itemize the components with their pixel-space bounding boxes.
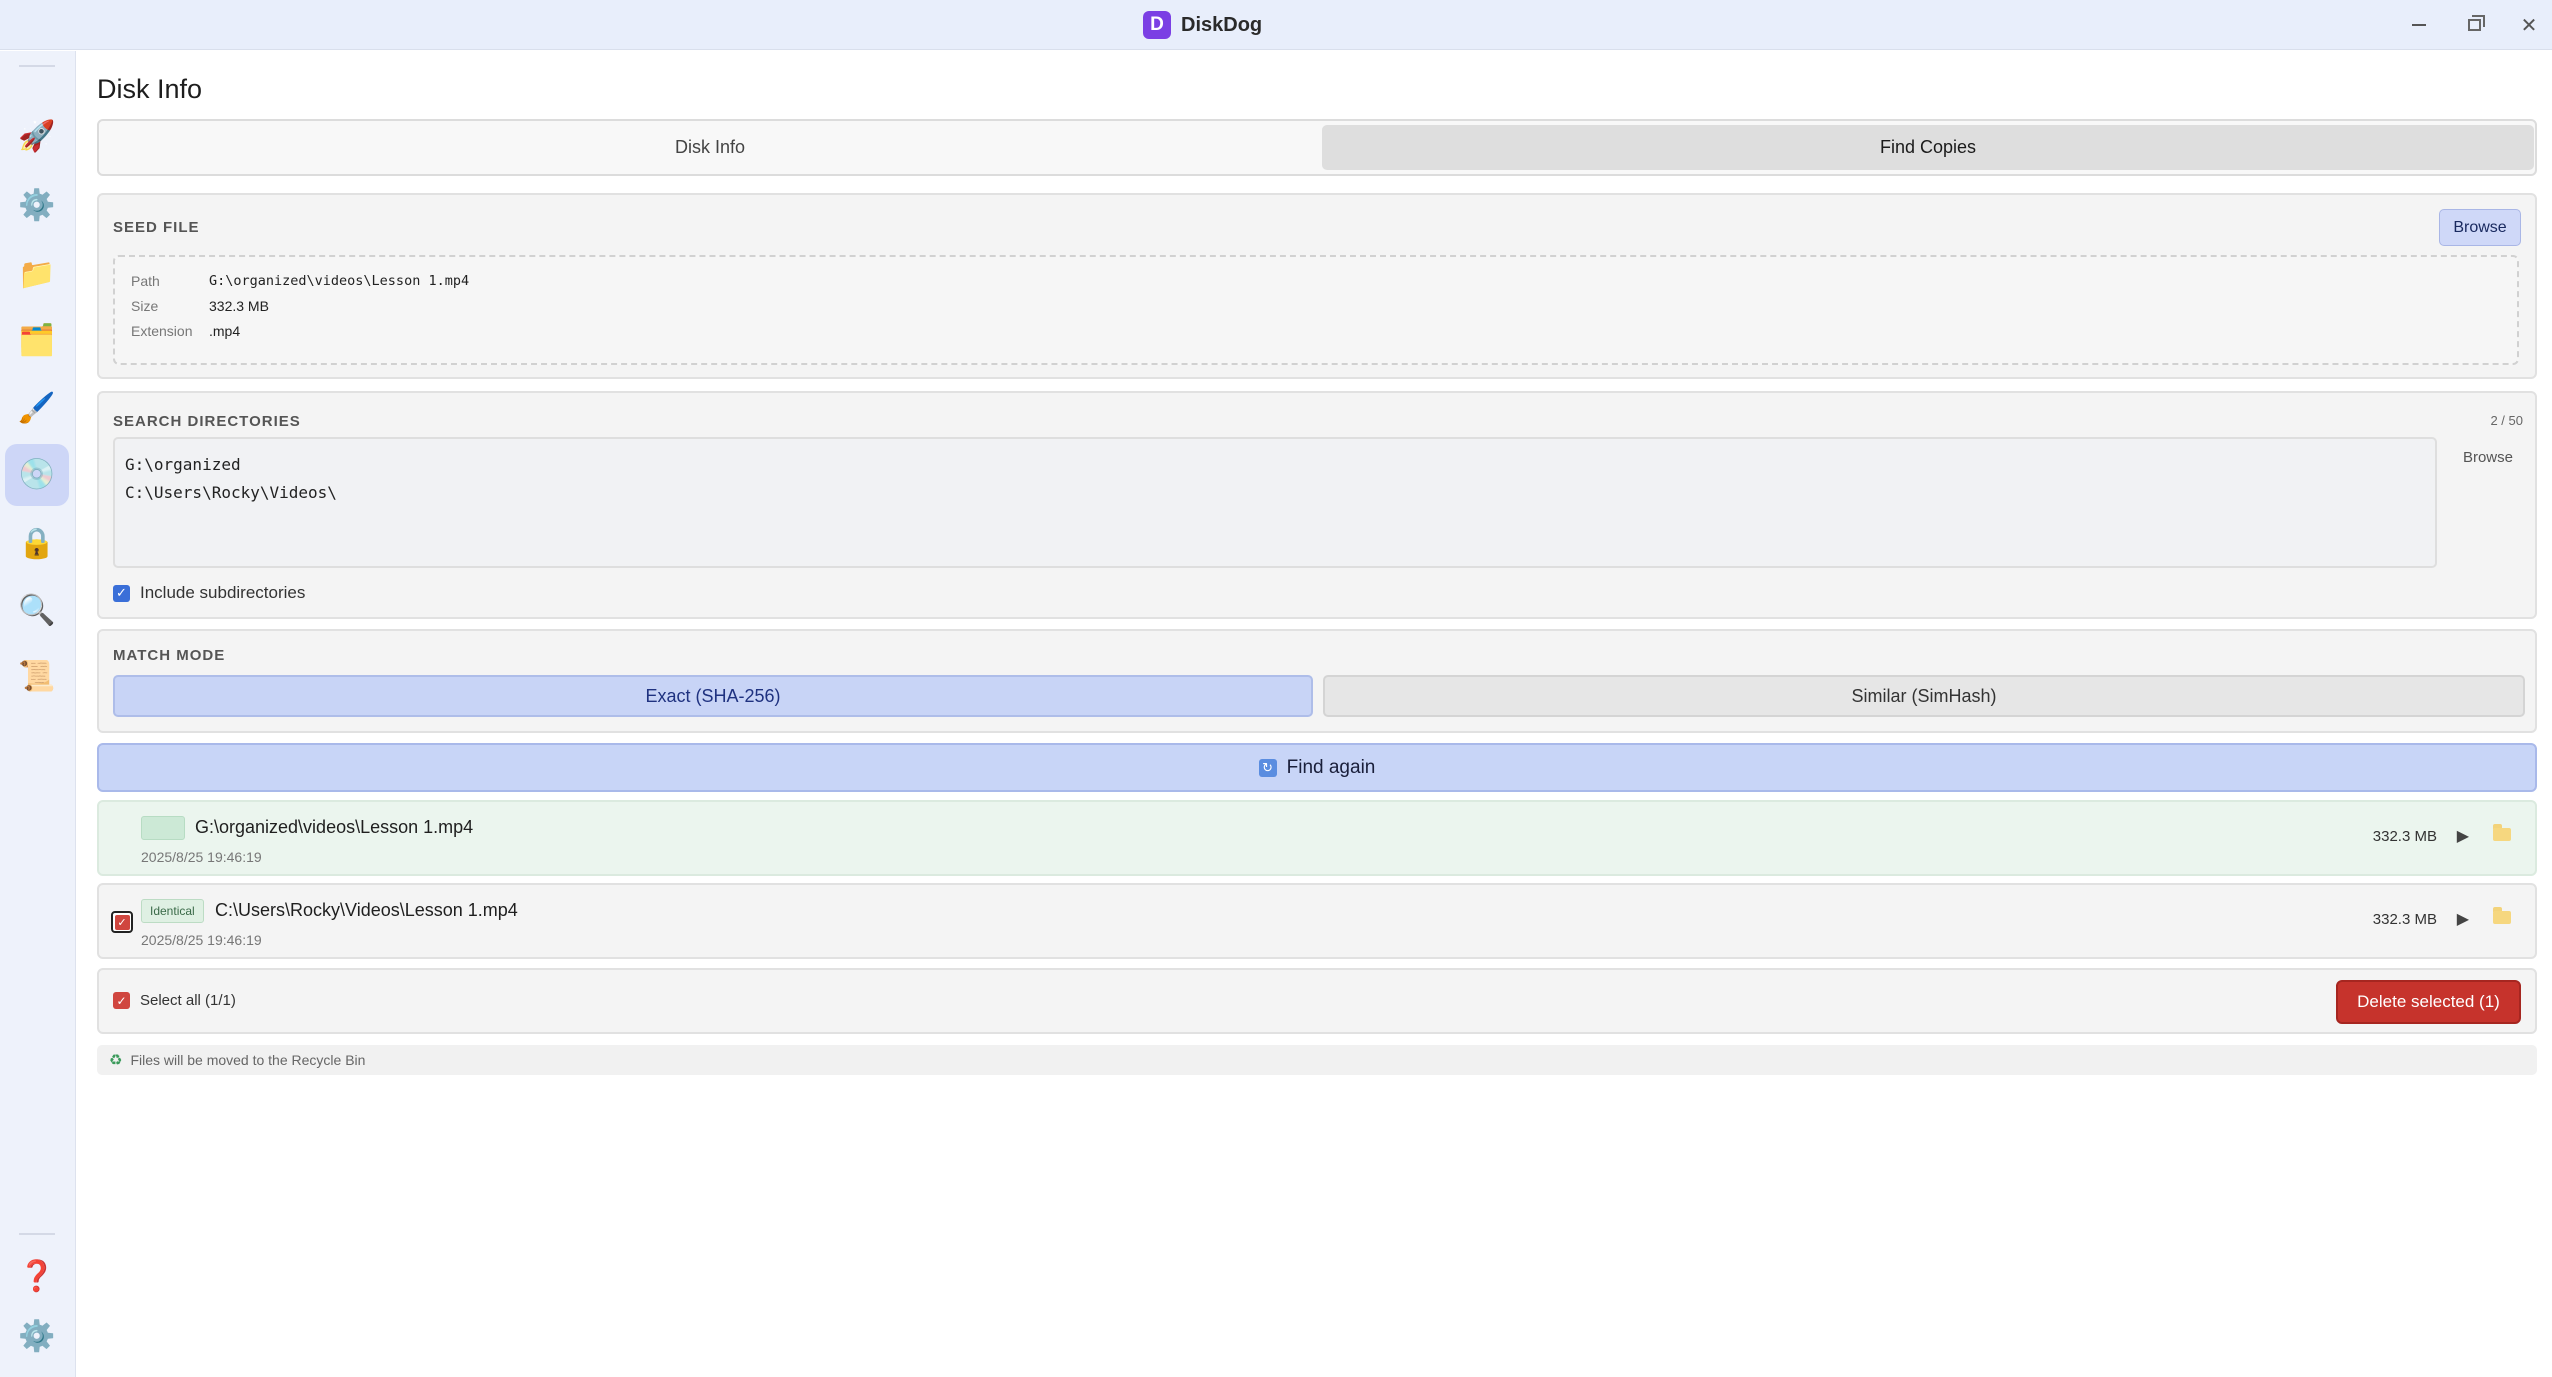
sidebar-item-lock[interactable]: 🔒 <box>5 513 69 575</box>
directory-line: G:\organized <box>125 455 241 474</box>
identical-badge: Identical <box>141 899 204 923</box>
select-all-option[interactable]: ✓ Select all (1/1) <box>113 992 236 1009</box>
check-icon: ✓ <box>114 914 130 930</box>
sidebar-item-rocket[interactable]: 🚀 <box>5 106 69 168</box>
gear-icon: ⚙️ <box>18 189 56 222</box>
recycle-bin-note-text: Files will be moved to the Recycle Bin <box>130 1052 366 1068</box>
select-all-label: Select all (1/1) <box>140 992 236 1009</box>
result-size: 332.3 MB <box>2372 828 2437 845</box>
open-folder-icon[interactable] <box>2493 824 2513 842</box>
play-icon[interactable]: ▶ <box>2457 909 2469 929</box>
search-directories-panel: SEARCH DIRECTORIES 2 / 50 G:\organized C… <box>97 391 2537 619</box>
close-icon: ✕ <box>2520 14 2538 37</box>
similar-mode-button[interactable]: Similar (SimHash) <box>1323 675 2525 717</box>
app-logo-icon: D <box>1143 11 1171 39</box>
directories-browse-button[interactable]: Browse <box>2463 449 2513 466</box>
folder-icon: 📁 <box>18 258 56 291</box>
delete-selected-button[interactable]: Delete selected (1) <box>2336 980 2521 1024</box>
lock-icon: 🔒 <box>18 527 56 560</box>
select-all-checkbox[interactable]: ✓ <box>113 992 130 1009</box>
seed-path-value: G:\organized\videos\Lesson 1.mp4 <box>209 273 470 289</box>
minimize-icon <box>2412 24 2426 26</box>
result-path: C:\Users\Rocky\Videos\Lesson 1.mp4 <box>215 900 518 920</box>
seed-path-row: Path G:\organized\videos\Lesson 1.mp4 <box>131 273 469 289</box>
result-row-copy: ✓ Identical C:\Users\Rocky\Videos\Lesson… <box>97 883 2537 959</box>
tab-bar: Disk Info Find Copies <box>97 119 2537 176</box>
title-bar: D DiskDog ✕ <box>0 0 2552 50</box>
selection-bar: ✓ Select all (1/1) Delete selected (1) <box>97 968 2537 1034</box>
seed-size-row: Size 332.3 MB <box>131 298 269 314</box>
sidebar-divider-bottom <box>19 1233 55 1235</box>
restore-icon <box>2467 15 2485 31</box>
find-again-label: Find again <box>1286 756 1376 778</box>
seed-extension-value: .mp4 <box>209 323 241 339</box>
match-mode-panel: MATCH MODE Exact (SHA-256) Similar (SimH… <box>97 629 2537 733</box>
directory-line: C:\Users\Rocky\Videos\ <box>125 483 337 502</box>
result-path: G:\organized\videos\Lesson 1.mp4 <box>195 817 474 837</box>
tab-find-copies[interactable]: Find Copies <box>1322 125 2534 170</box>
paintbrush-icon: 🖌️ <box>18 392 56 425</box>
sidebar-item-preferences[interactable]: ⚙️ <box>5 1306 69 1368</box>
gear-icon: ⚙️ <box>18 1320 56 1353</box>
sidebar: 🚀 ⚙️ 📁 🗂️ 🖌️ 💿 🔒 🔍 📜 ❓ ⚙️ <box>0 51 76 1377</box>
app-title: DiskDog <box>1181 13 1263 36</box>
result-select-checkbox[interactable]: ✓ <box>111 911 133 933</box>
recycle-bin-note: ♻ Files will be moved to the Recycle Bin <box>97 1045 2537 1075</box>
include-subdirectories-checkbox[interactable]: ✓ <box>113 584 130 602</box>
disc-icon: 💿 <box>18 458 56 491</box>
search-directories-textarea[interactable]: G:\organized C:\Users\Rocky\Videos\ <box>113 437 2437 568</box>
seed-path-key: Path <box>131 273 160 289</box>
original-marker <box>141 816 185 840</box>
page-title: Disk Info <box>97 74 203 104</box>
app-brand: D DiskDog <box>1143 11 1262 39</box>
open-folder-icon[interactable] <box>2493 907 2513 925</box>
sidebar-item-log[interactable]: 📜 <box>5 646 69 708</box>
question-icon: ❓ <box>18 1260 56 1293</box>
match-mode-label: MATCH MODE <box>113 647 226 664</box>
search-directories-label: SEARCH DIRECTORIES <box>113 413 301 430</box>
sidebar-item-disk-info[interactable]: 💿 <box>5 444 69 506</box>
result-size: 332.3 MB <box>2372 911 2437 928</box>
sidebar-item-folder[interactable]: 📁 <box>5 244 69 306</box>
find-again-button[interactable]: ↻ Find again <box>97 743 2537 792</box>
seed-size-value: 332.3 MB <box>209 298 269 314</box>
recycle-icon: ♻ <box>109 1052 123 1069</box>
sidebar-item-files[interactable]: 🗂️ <box>5 310 69 372</box>
play-icon[interactable]: ▶ <box>2457 826 2469 846</box>
seed-file-panel: SEED FILE Browse Path G:\organized\video… <box>97 193 2537 379</box>
sidebar-item-settings[interactable]: ⚙️ <box>5 175 69 237</box>
rocket-icon: 🚀 <box>18 120 56 153</box>
refresh-icon: ↻ <box>1258 758 1277 777</box>
sidebar-item-help[interactable]: ❓ <box>5 1246 69 1308</box>
card-index-icon: 🗂️ <box>18 324 56 357</box>
result-date: 2025/8/25 19:46:19 <box>141 932 262 948</box>
minimize-button[interactable] <box>2402 8 2436 42</box>
sidebar-item-search[interactable]: 🔍 <box>5 580 69 642</box>
seed-browse-button[interactable]: Browse <box>2439 209 2521 246</box>
sidebar-divider-top <box>19 65 55 67</box>
seed-file-label: SEED FILE <box>113 219 200 236</box>
seed-file-details: Path G:\organized\videos\Lesson 1.mp4 Si… <box>113 255 2519 365</box>
scroll-icon: 📜 <box>18 660 56 693</box>
magnifier-icon: 🔍 <box>18 594 56 627</box>
exact-mode-button[interactable]: Exact (SHA-256) <box>113 675 1313 717</box>
seed-extension-key: Extension <box>131 323 193 339</box>
directory-count: 2 / 50 <box>2490 413 2523 428</box>
result-date: 2025/8/25 19:46:19 <box>141 849 262 865</box>
seed-size-key: Size <box>131 298 159 314</box>
tab-disk-info[interactable]: Disk Info <box>103 125 1317 170</box>
close-button[interactable]: ✕ <box>2512 8 2546 42</box>
sidebar-item-clean[interactable]: 🖌️ <box>5 378 69 440</box>
include-subdirectories-option[interactable]: ✓ Include subdirectories <box>113 583 305 603</box>
seed-extension-row: Extension .mp4 <box>131 323 240 339</box>
include-subdirectories-label: Include subdirectories <box>140 583 306 602</box>
result-row-original: G:\organized\videos\Lesson 1.mp4 2025/8/… <box>97 800 2537 876</box>
maximize-button[interactable] <box>2457 8 2491 42</box>
